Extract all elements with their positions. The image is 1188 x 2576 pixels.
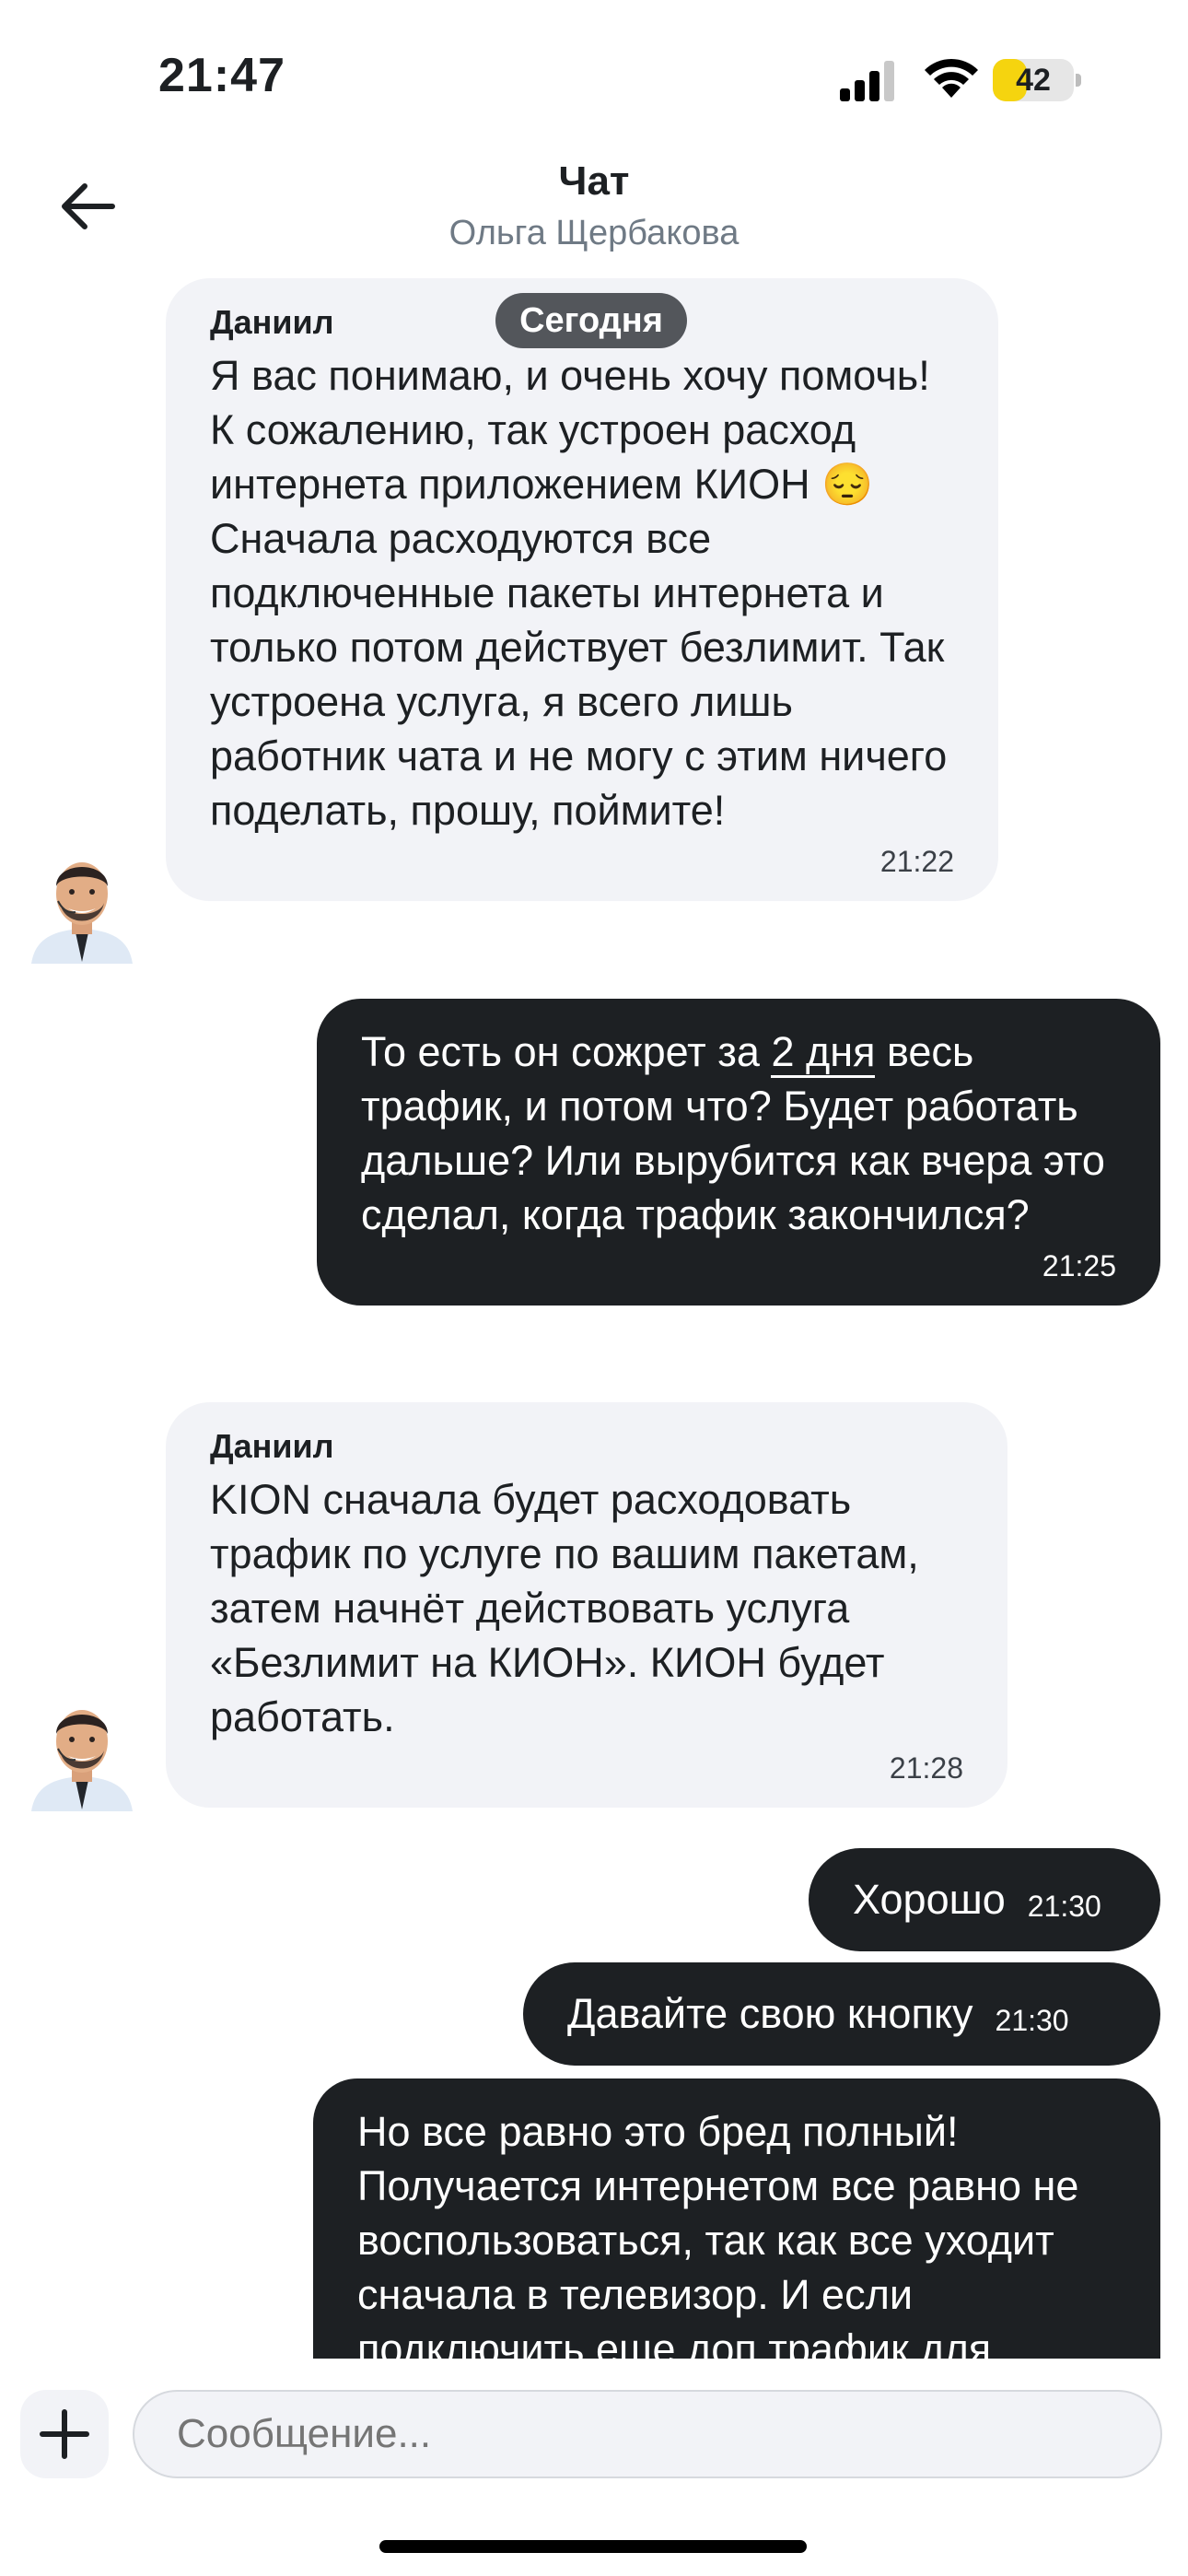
outgoing-message[interactable]: То есть он сожрет за 2 дня весь трафик, … <box>317 999 1160 1306</box>
outgoing-message[interactable]: Хорошо 21:30 <box>809 1848 1160 1951</box>
avatar-agent[interactable] <box>28 844 136 964</box>
page-title: Чат <box>558 158 630 204</box>
message-text: Я вас понимаю, и очень хочу помочь! К со… <box>210 352 948 834</box>
message-input[interactable] <box>133 2390 1162 2478</box>
chat-subtitle: Ольга Щербакова <box>448 214 740 252</box>
message-time: 21:30 <box>1027 1889 1101 1923</box>
battery-percent: 42 <box>1016 63 1051 98</box>
battery-icon: 42 <box>993 59 1081 101</box>
underlined-phrase[interactable]: 2 дня <box>771 1028 876 1078</box>
wifi-icon <box>925 58 978 98</box>
attach-button[interactable] <box>20 2390 109 2478</box>
avatar-agent[interactable] <box>28 1692 136 1811</box>
outgoing-message[interactable]: Давайте свою кнопку 21:30 <box>523 1962 1160 2066</box>
home-indicator[interactable] <box>379 2540 807 2553</box>
status-time: 21:47 <box>158 49 285 102</box>
message-time: 21:30 <box>995 2003 1069 2037</box>
incoming-message[interactable]: Даниил KION сначала будет расходовать тр… <box>166 1402 1007 1808</box>
message-text: То есть он сожрет за 2 дня весь трафик, … <box>361 1028 1105 1238</box>
incoming-message[interactable]: Даниил Я вас понимаю, и очень хочу помоч… <box>166 278 998 901</box>
message-time: 21:22 <box>879 845 954 878</box>
message-time: 21:28 <box>889 1751 963 1785</box>
message-text: KION сначала будет расходовать трафик по… <box>210 1476 919 1740</box>
message-text: Но все равно это бред полный! Получается… <box>357 2108 1079 2372</box>
plus-icon <box>40 2409 89 2459</box>
signal-icon <box>840 61 894 101</box>
date-separator: Сегодня <box>495 293 687 348</box>
sender-name: Даниил <box>210 1427 334 1465</box>
message-text: Хорошо <box>853 1876 1006 1923</box>
message-time: 21:25 <box>1042 1249 1116 1282</box>
message-text: Давайте свою кнопку <box>567 1990 973 2037</box>
